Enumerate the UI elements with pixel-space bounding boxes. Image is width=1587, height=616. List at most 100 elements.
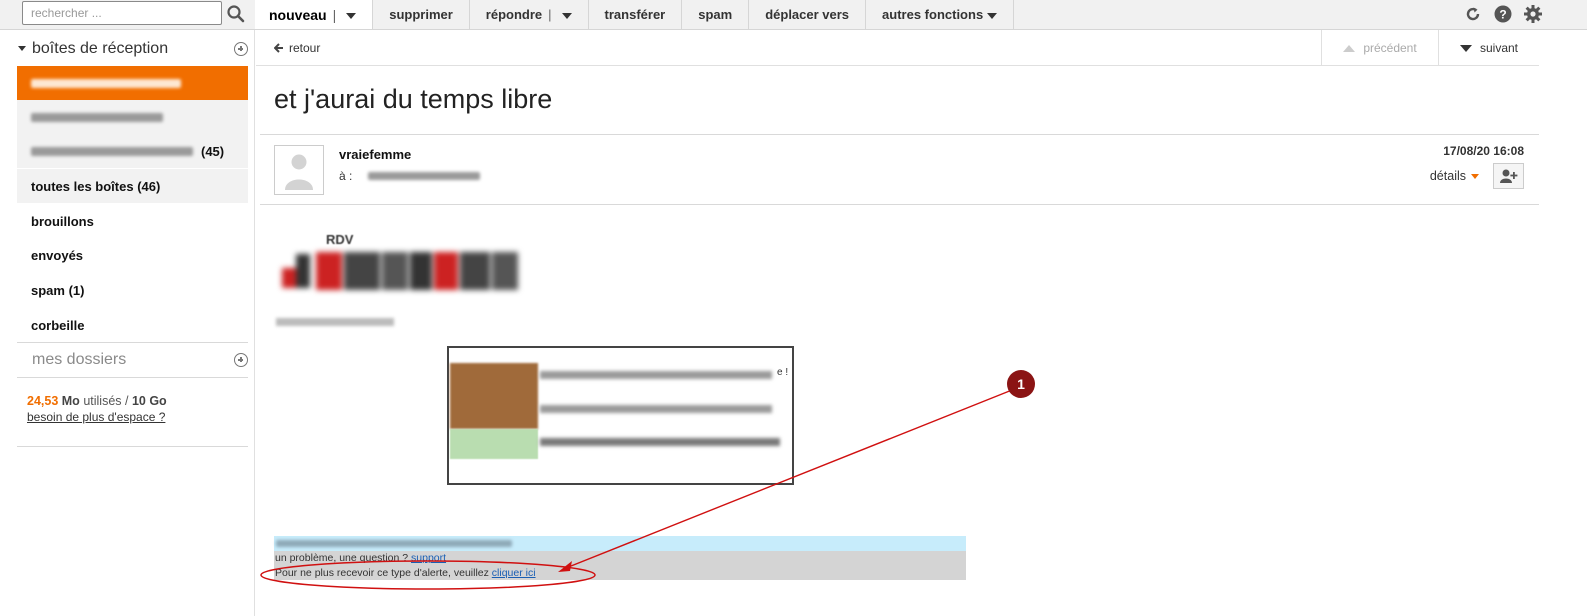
inboxes-title: boîtes de réception	[32, 40, 169, 57]
collapse-triangle-icon[interactable]	[18, 46, 26, 52]
quota-used-unit: Mo	[61, 394, 80, 408]
move-to-button[interactable]: déplacer vers	[749, 0, 867, 29]
profile-card[interactable]: e !	[447, 346, 794, 485]
help-icon[interactable]: ?	[1493, 4, 1513, 24]
profile-badge-blurred	[450, 429, 538, 459]
forward-label: transférer	[604, 7, 666, 22]
all-inboxes-item[interactable]: toutes les boîtes (46)	[17, 169, 248, 203]
add-contact-button[interactable]	[1493, 163, 1524, 189]
move-label: déplacer vers	[765, 7, 850, 22]
to-label: à :	[339, 169, 353, 183]
previous-label: précédent	[1363, 41, 1417, 55]
inbox-address-redacted	[31, 146, 193, 156]
search-input[interactable]	[23, 2, 221, 24]
new-dropdown-caret-icon[interactable]	[346, 12, 357, 19]
add-folder-plus-icon[interactable]	[234, 353, 248, 367]
spam-button[interactable]: spam	[682, 0, 750, 29]
sender-name: vraiefemme	[339, 147, 412, 162]
svg-text:?: ?	[1499, 8, 1506, 22]
back-arrow-icon	[274, 43, 283, 53]
card-text-redacted	[540, 438, 780, 446]
inbox-address-redacted	[31, 112, 163, 122]
inbox-address-redacted	[31, 78, 181, 88]
more-space-link[interactable]: besoin de plus d'espace ?	[27, 410, 167, 424]
next-arrow-icon	[1459, 44, 1472, 52]
new-label: nouveau	[269, 6, 327, 23]
inbox-item-2[interactable]	[17, 100, 248, 134]
inbox-item-1[interactable]	[17, 66, 248, 100]
storage-quota: 24,53 Mo utilisés / 10 Go besoin de plus…	[27, 394, 167, 424]
support-link[interactable]: support	[411, 552, 446, 564]
my-folders-title: mes dossiers	[32, 351, 127, 368]
folder-drafts[interactable]: brouillons	[17, 204, 248, 238]
quota-used-text: utilisés /	[83, 394, 129, 408]
message-date: 17/08/20 16:08	[1443, 144, 1524, 158]
details-caret-icon	[1471, 173, 1479, 179]
folder-label: brouillons	[31, 213, 94, 229]
previous-button[interactable]: précédent	[1321, 30, 1438, 66]
reply-dropdown-caret-icon[interactable]	[561, 12, 572, 19]
header-divider	[260, 134, 1539, 135]
logo-image-blurred	[282, 246, 522, 296]
more-dropdown-caret-icon	[987, 12, 998, 19]
message-nav-bar: retour précédent suivant	[256, 30, 1539, 66]
inbox-item-3[interactable]: (45)	[17, 134, 248, 168]
search-icon[interactable]	[226, 4, 246, 24]
footer-problem-line: un problème, une question ? support	[275, 552, 446, 564]
next-label: suivant	[1479, 41, 1519, 55]
sidebar: boîtes de réception (45) toutes les boît…	[0, 30, 255, 616]
search-box	[22, 1, 222, 25]
utility-icons: ?	[1463, 4, 1543, 24]
settings-gear-icon[interactable]	[1523, 4, 1543, 24]
folder-label: corbeille	[31, 317, 85, 333]
recipient-redacted	[367, 172, 480, 180]
folder-label: spam (1)	[31, 282, 85, 298]
footer-info-band	[274, 536, 966, 551]
folder-label: envoyés	[31, 247, 84, 263]
message-view: retour précédent suivant et j'aurai du t…	[256, 30, 1539, 616]
card-text-end: e !	[777, 367, 789, 378]
folder-trash[interactable]: corbeille	[17, 308, 248, 342]
back-button[interactable]: retour	[274, 41, 320, 55]
reply-separator: |	[548, 7, 552, 22]
add-contact-icon	[1499, 169, 1517, 183]
next-button[interactable]: suivant	[1438, 30, 1539, 66]
quota-used-value: 24,53	[27, 394, 59, 408]
refresh-icon[interactable]	[1463, 4, 1483, 24]
forward-button[interactable]: transférer	[589, 0, 683, 29]
footer-text-redacted	[276, 540, 512, 547]
details-label: détails	[1429, 169, 1466, 183]
delete-button[interactable]: supprimer	[373, 0, 470, 29]
new-button[interactable]: nouveau |	[255, 0, 374, 29]
my-folders-header[interactable]: mes dossiers	[32, 347, 248, 373]
folder-sent[interactable]: envoyés	[17, 238, 248, 272]
more-label: autres fonctions	[882, 7, 984, 22]
sidebar-divider	[17, 342, 248, 343]
profile-photo-blurred	[450, 363, 538, 429]
quota-total: 10 Go	[131, 394, 167, 408]
more-actions-button[interactable]: autres fonctions	[866, 0, 1015, 29]
card-text-redacted	[540, 371, 772, 379]
sidebar-divider	[17, 446, 248, 447]
delete-label: supprimer	[389, 7, 453, 22]
default-avatar-icon	[285, 154, 313, 190]
recipient-line: à :	[339, 169, 480, 183]
details-toggle[interactable]: détails	[1430, 169, 1479, 183]
reply-button[interactable]: répondre |	[470, 0, 589, 29]
spam-label: spam	[698, 7, 733, 22]
card-text-redacted	[540, 405, 772, 413]
sender-avatar	[274, 145, 324, 195]
header-divider	[260, 204, 1539, 205]
unsubscribe-link[interactable]: cliquer ici	[492, 567, 536, 579]
message-subject: et j'aurai du temps libre	[274, 84, 553, 114]
add-inbox-plus-icon[interactable]	[234, 42, 248, 56]
reply-label: répondre	[485, 7, 543, 22]
sidebar-divider	[17, 377, 248, 378]
inbox-unread-count: (45)	[201, 143, 225, 159]
logo-text: RDV	[326, 232, 354, 247]
intro-text-redacted	[276, 318, 394, 326]
folder-spam[interactable]: spam (1)	[17, 273, 248, 307]
footer-unsubscribe-line: Pour ne plus recevoir ce type d'alerte, …	[275, 567, 536, 579]
unsubscribe-text: Pour ne plus recevoir ce type d'alerte, …	[275, 567, 492, 579]
inboxes-header[interactable]: boîtes de réception	[18, 36, 248, 62]
